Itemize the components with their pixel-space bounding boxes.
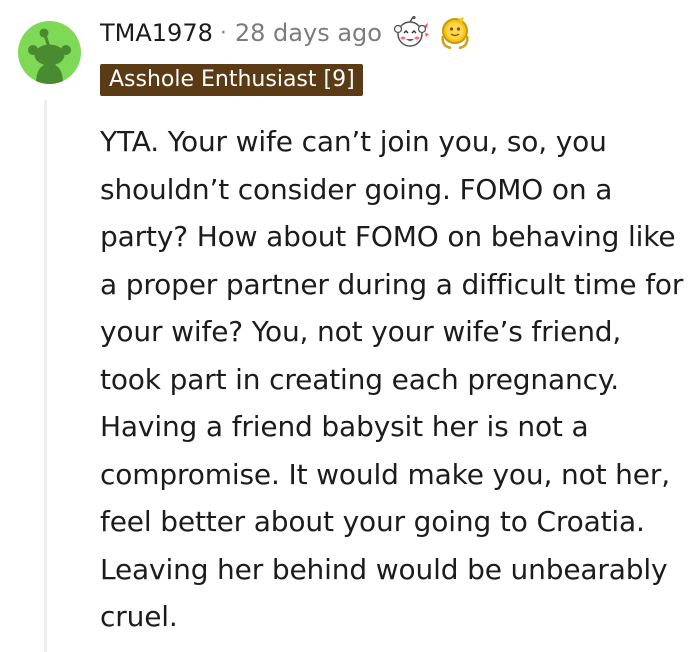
- thread-collapse-line[interactable]: [44, 100, 47, 652]
- comment-body: YTA. Your wife can’t join you, so, you s…: [100, 125, 684, 633]
- timestamp-link[interactable]: 28 days ago: [235, 19, 382, 47]
- snoo-avatar-icon: [28, 28, 71, 84]
- wholesome-award-icon[interactable]: [390, 16, 430, 50]
- username-link[interactable]: TMA1978: [100, 19, 213, 47]
- comment-header: TMA1978 · 28 days ago: [100, 16, 472, 50]
- separator-dot: ·: [219, 20, 227, 46]
- gold-award-icon[interactable]: [438, 16, 472, 50]
- user-flair: Asshole Enthusiast [9]: [100, 64, 363, 96]
- avatar[interactable]: [18, 21, 81, 84]
